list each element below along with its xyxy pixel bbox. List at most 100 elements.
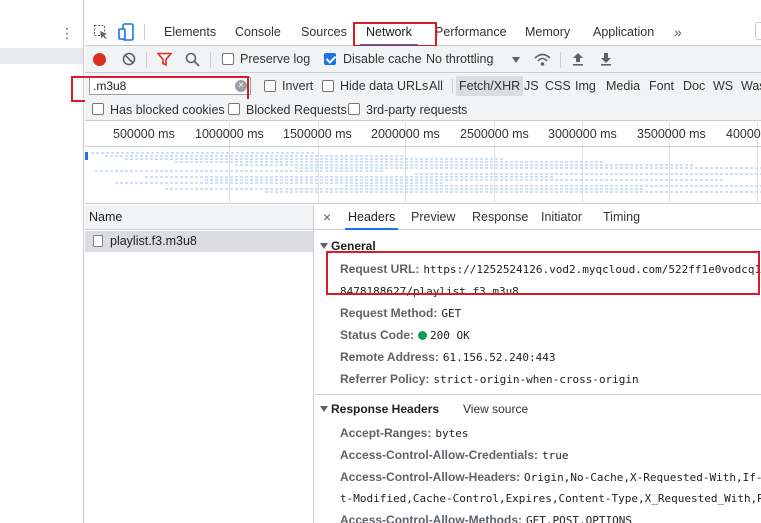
tab-timing[interactable]: Timing — [603, 205, 640, 230]
accept-ranges-row: Accept-Ranges: bytes — [340, 422, 468, 444]
tab-console[interactable]: Console — [235, 18, 281, 46]
acac-key: Access-Control-Allow-Credentials: — [340, 448, 539, 462]
filter-icon[interactable] — [156, 52, 173, 67]
filter-type-fetch-xhr[interactable]: Fetch/XHR — [456, 76, 524, 96]
blocked-filter-bar: Has blocked cookies Blocked Requests 3rd… — [85, 99, 761, 121]
filter-type-css[interactable]: CSS — [545, 73, 571, 99]
filter-type-doc[interactable]: Doc — [683, 73, 705, 99]
filter-type-font[interactable]: Font — [649, 73, 674, 99]
network-overview-timeline[interactable]: 500000 ms 1000000 ms 1500000 ms 2000000 … — [85, 122, 761, 204]
status-code-value: 200 OK — [430, 329, 470, 342]
tab-response[interactable]: Response — [472, 205, 528, 230]
tab-elements[interactable]: Elements — [164, 18, 216, 46]
timeline-tick: 1000000 ms — [195, 127, 264, 141]
kebab-menu-icon[interactable]: ⋮ — [60, 24, 74, 42]
timeline-tick: 400000 — [726, 127, 761, 141]
timeline-tick: 1500000 ms — [283, 127, 352, 141]
remote-address-key: Remote Address: — [340, 350, 439, 364]
timeline-tick: 2000000 ms — [371, 127, 440, 141]
acam-key: Access-Control-Allow-Methods: — [340, 513, 523, 523]
view-source-link[interactable]: View source — [463, 397, 528, 421]
table-row[interactable]: playlist.f3.m3u8 — [85, 231, 313, 252]
accept-ranges-key: Accept-Ranges: — [340, 426, 432, 440]
acac-value: true — [542, 449, 569, 462]
acam-value: GET,POST,OPTIONS — [526, 514, 632, 523]
acah-value: Origin,No-Cache,X-Requested-With,If-M — [524, 471, 761, 484]
network-toolbar: Preserve log Disable cache No throttling — [85, 46, 761, 73]
referrer-policy-row: Referrer Policy: strict-origin-when-cross… — [340, 368, 639, 390]
remote-address-row: Remote Address: 61.156.52.240:443 — [340, 346, 556, 368]
hide-data-urls-label: Hide data URLs — [340, 79, 429, 93]
third-party-label: 3rd-party requests — [366, 103, 468, 117]
status-code-row: Status Code: 200 OK — [340, 324, 470, 346]
tab-application[interactable]: Application — [593, 18, 654, 46]
third-party-checkbox[interactable] — [348, 103, 360, 115]
request-list: Name playlist.f3.m3u8 — [85, 205, 314, 523]
inspect-element-icon[interactable] — [93, 24, 109, 40]
expand-triangle-icon — [320, 243, 328, 249]
acah-row: Access-Control-Allow-Headers: Origin,No-C… — [340, 466, 761, 488]
more-tabs-button[interactable]: » — [674, 18, 682, 46]
request-method-key: Request Method: — [340, 306, 438, 320]
timeline-activity-graph — [85, 152, 761, 193]
request-method-value: GET — [441, 307, 462, 320]
timeline-tick: 2500000 ms — [460, 127, 529, 141]
tab-initiator[interactable]: Initiator — [541, 205, 582, 230]
throttling-select[interactable]: No throttling — [426, 46, 493, 73]
timeline-tick: 3000000 ms — [548, 127, 617, 141]
filter-type-js[interactable]: JS — [524, 73, 539, 99]
filter-type-img[interactable]: Img — [575, 73, 596, 99]
close-icon[interactable]: × — [323, 205, 331, 230]
accept-ranges-value: bytes — [435, 427, 469, 440]
tab-headers[interactable]: Headers — [345, 205, 399, 230]
file-icon — [93, 235, 103, 247]
preserve-log-label: Preserve log — [240, 52, 311, 66]
search-icon[interactable] — [185, 52, 200, 67]
preserve-log-checkbox[interactable] — [222, 53, 234, 65]
page-selected-row — [0, 48, 83, 64]
timeline-tick: 500000 ms — [113, 127, 175, 141]
invert-label: Invert — [282, 79, 314, 93]
invert-checkbox[interactable] — [264, 80, 276, 92]
filter-type-wasm[interactable]: Was — [741, 73, 761, 99]
filter-type-media[interactable]: Media — [606, 73, 640, 99]
network-conditions-icon[interactable] — [534, 52, 551, 67]
export-har-icon[interactable] — [600, 52, 612, 66]
acac-row: Access-Control-Allow-Credentials: true — [340, 444, 569, 466]
referrer-policy-value: strict-origin-when-cross-origin — [433, 373, 639, 386]
referrer-policy-key: Referrer Policy: — [340, 372, 430, 386]
disable-cache-checkbox[interactable] — [324, 53, 336, 65]
disable-cache-label: Disable cache — [343, 52, 422, 66]
settings-box[interactable] — [755, 22, 761, 40]
request-name: playlist.f3.m3u8 — [110, 234, 197, 248]
dropdown-arrow-icon[interactable] — [512, 57, 520, 63]
annotation-network-tab — [353, 22, 437, 47]
acah-key: Access-Control-Allow-Headers: — [340, 470, 521, 484]
timeline-tick: 3500000 ms — [637, 127, 706, 141]
hide-data-urls-checkbox[interactable] — [322, 80, 334, 92]
details-tabbar: × Headers Preview Response Initiator Tim… — [315, 205, 761, 230]
acam-row: Access-Control-Allow-Methods: GET,POST,OP… — [340, 509, 632, 523]
has-blocked-cookies-checkbox[interactable] — [92, 103, 104, 115]
record-icon[interactable] — [93, 53, 106, 66]
acah-continued: t-Modified,Cache-Control,Expires,Content… — [340, 487, 761, 509]
annotation-request-url — [326, 251, 760, 295]
response-headers-title: Response Headers — [331, 402, 440, 416]
filter-type-ws[interactable]: WS — [713, 73, 733, 99]
import-har-icon[interactable] — [572, 52, 584, 66]
request-method-row: Request Method: GET — [340, 302, 461, 324]
tab-performance[interactable]: Performance — [435, 18, 507, 46]
name-column-header[interactable]: Name — [85, 205, 313, 230]
tab-memory[interactable]: Memory — [525, 18, 570, 46]
device-toolbar-icon[interactable] — [118, 23, 134, 41]
tab-sources[interactable]: Sources — [301, 18, 347, 46]
expand-triangle-icon — [320, 406, 328, 412]
status-code-key: Status Code: — [340, 328, 415, 342]
blocked-requests-checkbox[interactable] — [228, 103, 240, 115]
clear-icon[interactable] — [122, 52, 136, 66]
tab-preview[interactable]: Preview — [411, 205, 455, 230]
remote-address-value: 61.156.52.240:443 — [442, 351, 556, 364]
filter-type-all[interactable]: All — [429, 73, 443, 99]
response-headers-section-header[interactable]: Response Headers — [315, 397, 439, 421]
has-blocked-cookies-label: Has blocked cookies — [110, 103, 225, 117]
